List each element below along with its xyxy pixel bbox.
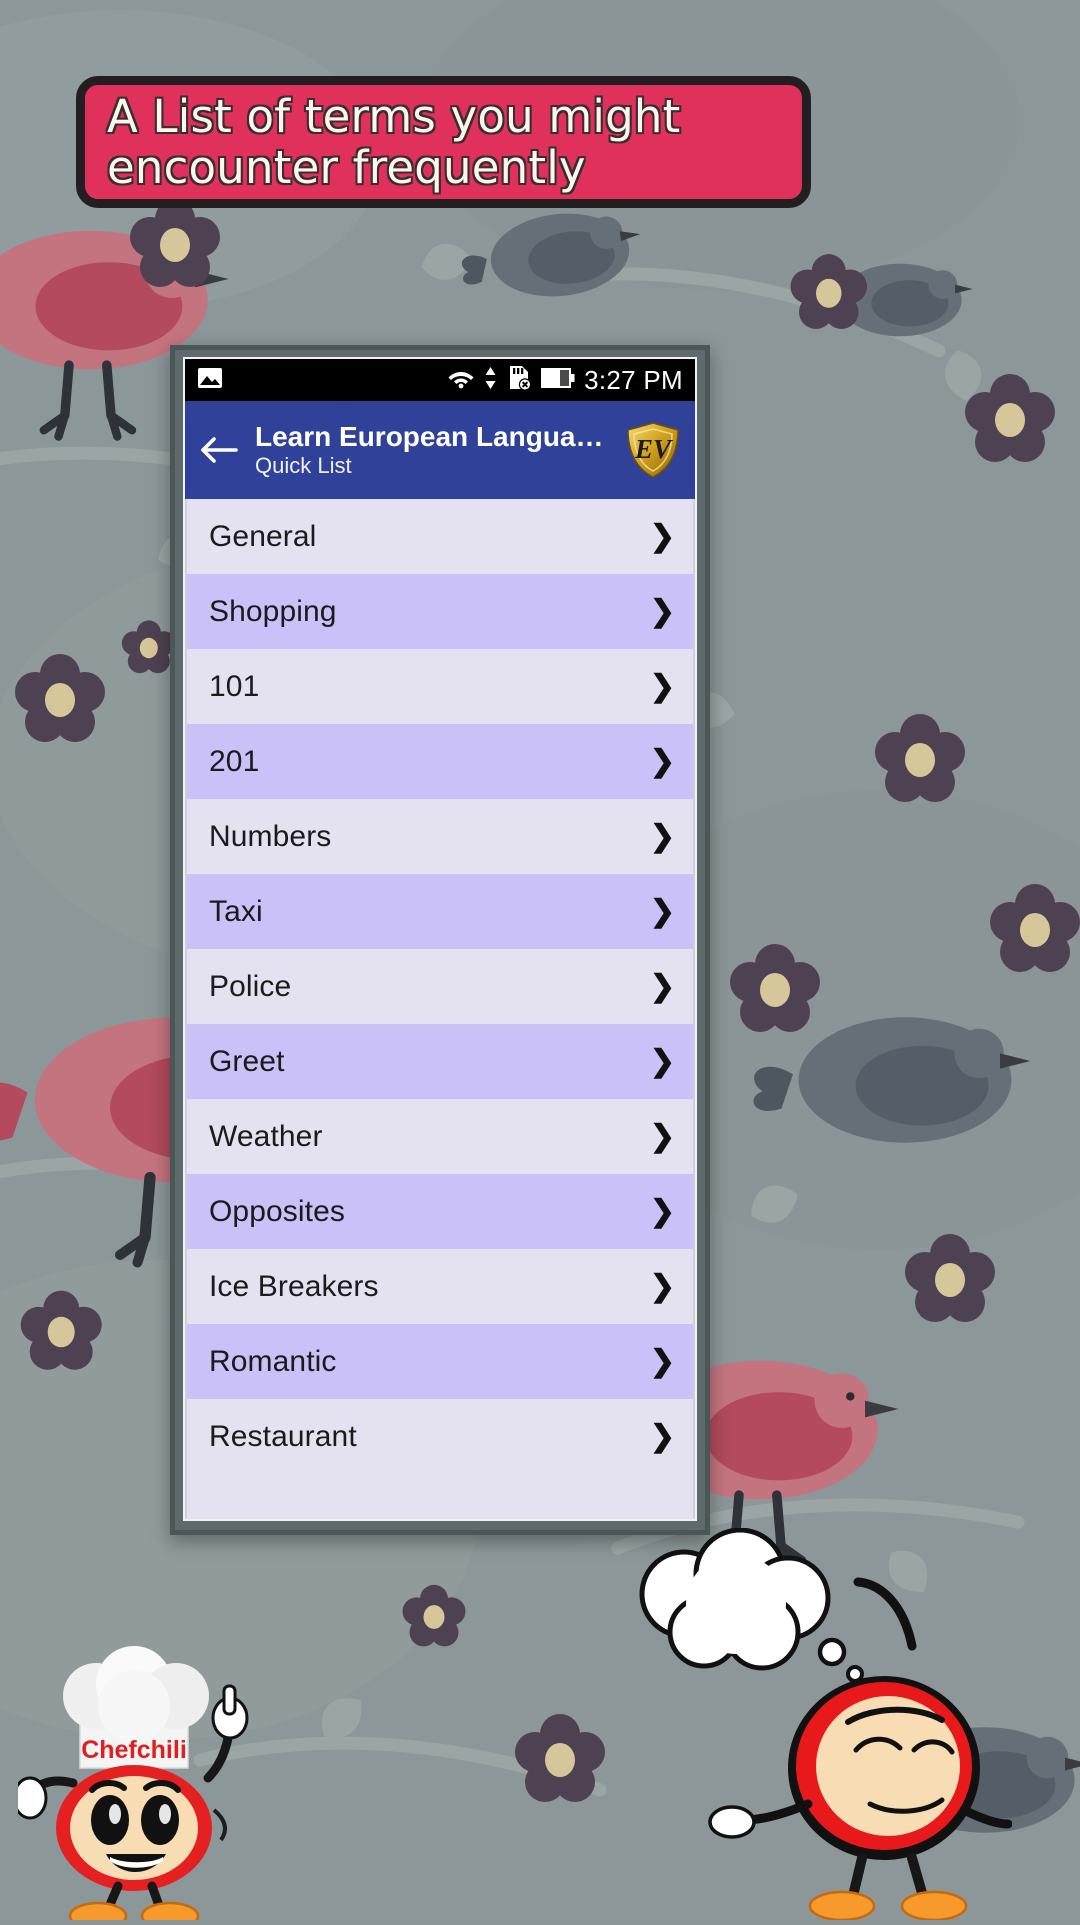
chevron-right-icon: ❯ [649,819,675,853]
thinking-mascot [612,1527,1013,1922]
page-subtitle: Quick List [255,453,352,479]
list-item[interactable]: Ice Breakers ❯ [187,1249,693,1324]
list-item[interactable]: Romantic ❯ [187,1324,693,1399]
back-arrow-icon[interactable] [195,427,241,473]
list-item-label: General [209,519,317,553]
list-item[interactable]: 101 ❯ [187,649,693,724]
list-item[interactable]: Restaurant ❯ [187,1399,693,1474]
chevron-right-icon: ❯ [649,1194,675,1228]
list-item-label: Greet [209,1044,285,1078]
status-bar-left [197,367,447,394]
list-item-label: Ice Breakers [209,1269,379,1303]
chevron-right-icon: ❯ [649,594,675,628]
list-item-label: Numbers [209,819,332,853]
chevron-right-icon: ❯ [649,1119,675,1153]
phone-frame: 3:27 PM Learn European Languages... Quic… [170,345,710,1535]
status-bar: 3:27 PM [185,359,695,401]
app-bar-titles: Learn European Languages... Quick List [255,422,611,479]
list-item-label: 201 [209,744,260,778]
list-item[interactable]: Numbers ❯ [187,799,693,874]
list-item-label: Police [209,969,292,1003]
chevron-right-icon: ❯ [649,1269,675,1303]
sd-card-removed-icon [506,365,532,396]
list-item[interactable]: Police ❯ [187,949,693,1024]
list-item[interactable]: Opposites ❯ [187,1174,693,1249]
chevron-right-icon: ❯ [649,519,675,553]
callout-banner: A List of terms you might encounter freq… [76,76,811,208]
list-item-label: Weather [209,1119,323,1153]
chevron-right-icon: ❯ [649,1344,675,1378]
list-item-label: Taxi [209,894,263,928]
list-item[interactable]: Weather ❯ [187,1099,693,1174]
chevron-right-icon: ❯ [649,669,675,703]
ev-shield-logo-icon[interactable]: EV [625,421,681,479]
chevron-right-icon: ❯ [649,1044,675,1078]
chevron-right-icon: ❯ [649,744,675,778]
list-item-label: 101 [209,669,260,703]
chevron-right-icon: ❯ [649,969,675,1003]
list-item[interactable]: General ❯ [187,499,693,574]
chefchili-hat-text: Chefchili [81,1736,187,1764]
callout-text: A List of terms you might encounter freq… [107,89,681,194]
chevron-right-icon: ❯ [649,894,675,928]
chefchili-mascot: Chefchili [12,1578,268,1925]
status-bar-clock: 3:27 PM [584,364,683,395]
category-list[interactable]: General ❯ Shopping ❯ 101 ❯ 201 ❯ Numbers ❯ Taxi ❯ Po… [185,499,695,1519]
list-item-label: Romantic [209,1344,337,1378]
image-icon [197,367,223,394]
svg-text:EV: EV [634,434,673,464]
list-item-label: Shopping [209,594,337,628]
status-bar-right: 3:27 PM [447,365,683,396]
list-item[interactable]: Greet ❯ [187,1024,693,1099]
list-item[interactable]: Taxi ❯ [187,874,693,949]
page-title: Learn European Languages... [255,421,611,452]
list-item[interactable]: 201 ❯ [187,724,693,799]
thought-bubble [639,1527,864,1683]
wifi-icon [447,367,475,394]
list-item[interactable]: Shopping ❯ [187,574,693,649]
list-item-label: Restaurant [209,1419,357,1453]
chevron-right-icon: ❯ [649,1419,675,1453]
list-item-label: Opposites [209,1194,345,1228]
app-bar: Learn European Languages... Quick List E… [185,401,695,499]
data-transfer-icon [484,366,497,395]
battery-icon [541,367,575,393]
phone-screen: 3:27 PM Learn European Languages... Quic… [183,357,697,1521]
